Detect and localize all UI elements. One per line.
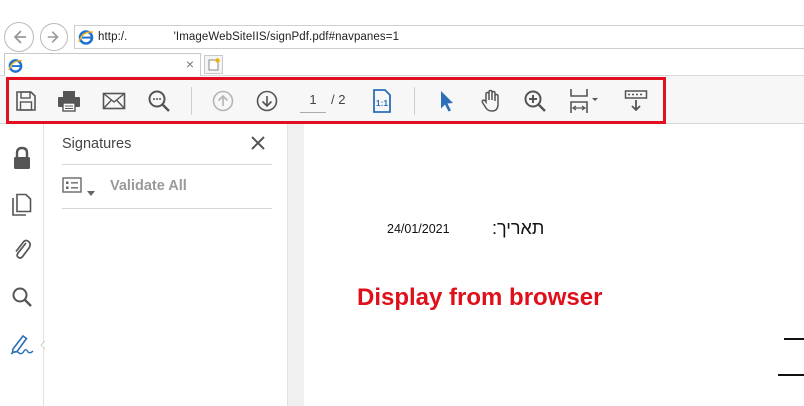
validate-all-button[interactable]: Validate All (110, 178, 187, 194)
zoom-in-button[interactable] (522, 88, 548, 114)
email-icon (102, 92, 126, 110)
document-date: 24/01/2021 (387, 222, 450, 236)
browser-tab[interactable]: × (4, 53, 201, 77)
panel-divider (62, 164, 272, 165)
tab-strip: × (0, 52, 804, 77)
url-field[interactable]: http:/. 'ImageWebSiteIIS/signPdf.pdf#nav… (74, 25, 804, 49)
page-size-button[interactable] (566, 88, 604, 114)
chevron-down-icon[interactable] (87, 183, 95, 201)
next-page-button[interactable] (254, 88, 280, 114)
fit-page-icon: 1:1 (373, 89, 391, 113)
close-icon (251, 136, 265, 150)
panel-title: Signatures (62, 136, 132, 152)
print-icon (58, 91, 80, 112)
new-tab-icon (208, 58, 220, 71)
tab-close-icon[interactable]: × (186, 57, 194, 71)
toolbar-separator (414, 87, 415, 115)
signatures-panel: Signatures Validate All (45, 124, 287, 406)
select-arrow-icon (441, 91, 453, 112)
back-button[interactable] (4, 22, 34, 52)
signature-line (784, 338, 804, 340)
url-text: http:/. 'ImageWebSiteIIS/signPdf.pdf#nav… (98, 31, 400, 43)
panel-splitter[interactable] (287, 124, 304, 406)
signature-line (778, 374, 804, 376)
ie-icon (8, 58, 23, 78)
email-button[interactable] (101, 88, 127, 114)
page-up-icon (212, 90, 234, 112)
document-page (304, 124, 804, 406)
signature-pen-icon (10, 334, 34, 355)
search-icon (12, 287, 32, 307)
search-zoom-icon (148, 90, 170, 112)
toolbar-separator (191, 87, 192, 115)
document-date-label: תאריך: (492, 218, 545, 238)
pages-icon (12, 193, 32, 216)
fit-page-button[interactable]: 1:1 (369, 88, 395, 114)
forward-icon (47, 31, 59, 43)
save-icon (16, 91, 36, 111)
navigation-rail (0, 124, 44, 406)
attachments-button[interactable] (9, 236, 35, 262)
back-icon (13, 30, 26, 44)
options-menu-button[interactable] (62, 177, 82, 198)
page-down-icon (256, 90, 278, 112)
attachment-icon (15, 239, 31, 259)
annotation-note: Display from browser (357, 284, 603, 311)
ie-icon (78, 29, 94, 50)
select-tool-button[interactable] (434, 88, 460, 114)
list-options-icon (62, 177, 82, 193)
page-thumbnails-button[interactable] (9, 192, 35, 218)
lock-icon (14, 146, 30, 169)
panel-close-button[interactable] (248, 133, 268, 153)
security-button[interactable] (9, 145, 35, 171)
hand-tool-button[interactable] (478, 88, 504, 114)
address-bar-area: http:/. 'ImageWebSiteIIS/signPdf.pdf#nav… (0, 0, 804, 52)
page-number-input[interactable]: 1 (300, 89, 326, 113)
previous-page-button[interactable] (210, 88, 236, 114)
toolbar-collapse-button[interactable] (622, 88, 650, 114)
hand-icon (481, 89, 499, 112)
save-button[interactable] (13, 88, 39, 114)
search-button[interactable] (9, 284, 35, 310)
find-button[interactable] (146, 88, 172, 114)
new-tab-button[interactable] (204, 55, 223, 74)
toolbar-collapse-icon (624, 90, 648, 112)
browser-window: http:/. 'ImageWebSiteIIS/signPdf.pdf#nav… (0, 0, 804, 406)
svg-text:1:1: 1:1 (376, 98, 389, 108)
forward-button[interactable] (40, 23, 68, 51)
print-button[interactable] (56, 88, 82, 114)
zoom-in-icon (524, 90, 546, 112)
signatures-button[interactable] (9, 331, 35, 357)
page-total: / 2 (331, 92, 346, 107)
page-size-icon (570, 89, 598, 113)
panel-divider (62, 208, 272, 209)
